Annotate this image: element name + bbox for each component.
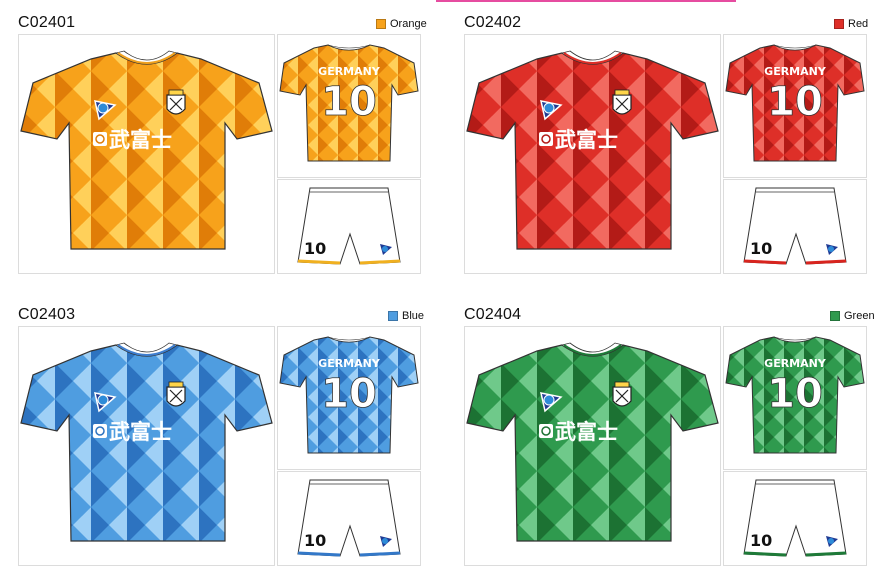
shorts-view[interactable]: 10 xyxy=(723,179,867,274)
product-code: C02404 xyxy=(464,306,522,323)
shorts-hem-right xyxy=(359,551,401,557)
shorts-hem-right xyxy=(359,259,401,265)
club-crest-icon xyxy=(612,381,632,407)
sponsor-logo-icon xyxy=(539,132,553,146)
shorts-view[interactable]: 10 xyxy=(277,471,421,566)
color-name: Red xyxy=(848,18,869,30)
shorts-hem-left xyxy=(743,551,787,557)
color-chip xyxy=(376,19,386,29)
color-chip xyxy=(388,311,398,321)
product-card[interactable]: C02401 Orange 武富士 GERMANY 10 10 xyxy=(18,14,458,294)
shorts-hem-left xyxy=(297,551,341,557)
product-code: C02401 xyxy=(18,14,76,31)
jersey-back-view[interactable]: GERMANY 10 xyxy=(723,326,867,470)
player-number: 10 xyxy=(321,371,377,417)
club-crest-icon xyxy=(166,89,186,115)
color-name: Orange xyxy=(390,18,427,30)
shorts-hem-left xyxy=(297,259,341,265)
top-accent-line xyxy=(436,0,736,2)
jersey-front-view[interactable]: 武富士 xyxy=(464,326,721,566)
sponsor-logo-icon xyxy=(93,424,107,438)
club-crest-icon xyxy=(612,89,632,115)
player-number: 10 xyxy=(767,79,823,125)
color-swatch: Green xyxy=(830,310,875,322)
sponsor-text: 武富士 xyxy=(555,420,618,444)
jersey-front-view[interactable]: 武富士 xyxy=(18,34,275,274)
jersey-back-view[interactable]: GERMANY 10 xyxy=(277,326,421,470)
sponsor-text: 武富士 xyxy=(555,128,618,152)
sponsor-text: 武富士 xyxy=(109,128,172,152)
sponsor-logo-icon xyxy=(93,132,107,146)
shorts-hem-left xyxy=(743,259,787,265)
color-swatch: Blue xyxy=(388,310,424,322)
product-code: C02403 xyxy=(18,306,76,323)
product-code: C02402 xyxy=(464,14,522,31)
sponsor-logo-icon xyxy=(539,424,553,438)
player-name: GERMANY xyxy=(764,65,827,78)
shorts-view[interactable]: 10 xyxy=(277,179,421,274)
shorts-hem-right xyxy=(805,259,847,265)
color-name: Green xyxy=(844,310,875,322)
player-number: 10 xyxy=(767,371,823,417)
player-number: 10 xyxy=(321,79,377,125)
sponsor-text: 武富士 xyxy=(109,420,172,444)
color-swatch: Orange xyxy=(376,18,427,30)
shorts-number: 10 xyxy=(750,239,772,258)
player-name: GERMANY xyxy=(318,65,381,78)
color-chip xyxy=(834,19,844,29)
shorts-number: 10 xyxy=(750,531,772,550)
shorts-view[interactable]: 10 xyxy=(723,471,867,566)
product-card[interactable]: C02402 Red 武富士 GERMANY 10 10 xyxy=(464,14,893,294)
player-name: GERMANY xyxy=(764,357,827,370)
jersey-front-view[interactable]: 武富士 xyxy=(18,326,275,566)
product-card[interactable]: C02404 Green 武富士 GERMANY 10 10 xyxy=(464,306,893,586)
color-chip xyxy=(830,311,840,321)
product-card[interactable]: C02403 Blue 武富士 GERMANY 10 10 xyxy=(18,306,458,586)
color-swatch: Red xyxy=(834,18,868,30)
color-name: Blue xyxy=(402,310,425,322)
shorts-number: 10 xyxy=(304,531,326,550)
shorts-number: 10 xyxy=(304,239,326,258)
shorts-hem-right xyxy=(805,551,847,557)
jersey-front-view[interactable]: 武富士 xyxy=(464,34,721,274)
jersey-back-view[interactable]: GERMANY 10 xyxy=(723,34,867,178)
club-crest-icon xyxy=(166,381,186,407)
jersey-back-view[interactable]: GERMANY 10 xyxy=(277,34,421,178)
player-name: GERMANY xyxy=(318,357,381,370)
